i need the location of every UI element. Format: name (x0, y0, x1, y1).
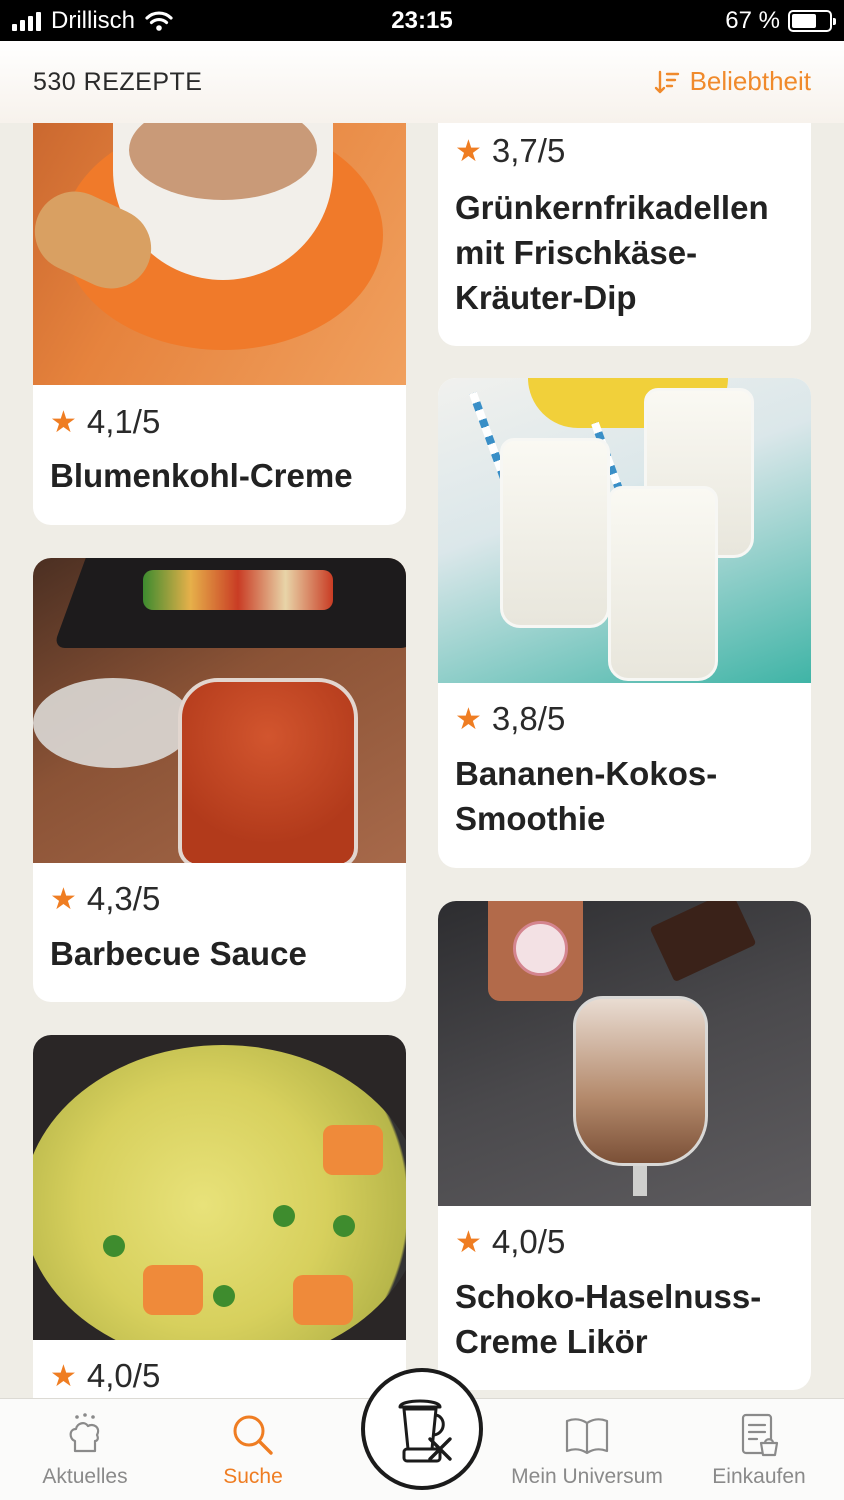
rating-value: 3,8/5 (491, 700, 566, 737)
recipe-card[interactable]: ★ 4,0/5 (33, 1035, 406, 1455)
recipe-title: Blumenkohl-Creme (50, 457, 353, 494)
star-icon: ★ (455, 134, 482, 168)
tab-mein-universum[interactable]: Mein Universum (502, 1399, 672, 1500)
recipe-card[interactable]: ★ 4,1/5 Blumenkohl-Creme (33, 80, 406, 525)
shopping-list-icon (741, 1413, 779, 1457)
vegetable-curry-image (33, 1035, 406, 1340)
recipe-card[interactable]: ★ 4,0/5 Schoko-Haselnuss-Creme Likör (438, 901, 811, 1390)
thermomix-button[interactable] (361, 1368, 483, 1490)
tab-label: Aktuelles (42, 1465, 128, 1488)
sort-icon (654, 70, 679, 93)
recipe-count: 530 REZEPTE (33, 68, 203, 96)
tab-einkaufen[interactable]: Einkaufen (674, 1399, 844, 1500)
rating-value: 4,0/5 (491, 1223, 566, 1260)
sort-label: Beliebtheit (689, 66, 811, 96)
tab-label: Suche (223, 1465, 283, 1488)
star-icon: ★ (455, 1225, 482, 1259)
recipe-title: Bananen-Kokos-Smoothie (455, 755, 718, 837)
rating-value: 4,3/5 (86, 880, 161, 917)
recipe-title: Barbecue Sauce (50, 935, 307, 972)
tab-suche[interactable]: Suche (168, 1399, 338, 1500)
tab-label: Einkaufen (712, 1465, 806, 1488)
recipe-rating: ★ 4,0/5 (455, 1223, 565, 1261)
bbq-sauce-image (33, 558, 406, 863)
recipe-card[interactable]: ★ 4,3/5 Barbecue Sauce (33, 558, 406, 1002)
status-time: 23:15 (391, 7, 453, 34)
battery-icon (788, 10, 836, 32)
recipe-rating: ★ 4,3/5 (50, 880, 160, 918)
recipe-rating: ★ 3,7/5 (455, 132, 565, 170)
star-icon: ★ (455, 702, 482, 736)
book-icon (565, 1418, 609, 1455)
recipe-rating: ★ 3,8/5 (455, 700, 565, 738)
star-icon: ★ (50, 1359, 77, 1393)
chef-hat-icon (69, 1413, 100, 1453)
thermomix-icon (398, 1399, 452, 1463)
soup-image (33, 80, 406, 385)
recipe-card[interactable]: ★ 3,8/5 Bananen-Kokos-Smoothie (438, 378, 811, 868)
smoothie-image (438, 378, 811, 683)
recipe-title: Grünkernfrikadellen mit Frischkäse-Kräut… (455, 189, 769, 316)
tab-label: Mein Universum (511, 1465, 663, 1488)
recipe-rating: ★ 4,1/5 (50, 403, 160, 441)
rating-value: 4,0/5 (86, 1357, 161, 1394)
star-icon: ★ (50, 882, 77, 916)
tab-aktuelles[interactable]: Aktuelles (0, 1399, 170, 1500)
rating-value: 3,7/5 (491, 132, 566, 169)
chocolate-liqueur-image (438, 901, 811, 1206)
battery-percent: 67 % (725, 7, 780, 34)
status-right: 67 % (725, 7, 836, 35)
results-header: 530 REZEPTE Beliebtheit (0, 41, 844, 123)
rating-value: 4,1/5 (86, 403, 161, 440)
recipe-title: Schoko-Haselnuss-Creme Likör (455, 1278, 762, 1360)
search-icon (233, 1415, 273, 1455)
star-icon: ★ (50, 405, 77, 439)
recipe-rating: ★ 4,0/5 (50, 1357, 160, 1395)
status-bar: Drillisch 23:15 67 % (0, 0, 844, 41)
sort-button[interactable]: Beliebtheit (654, 66, 811, 97)
